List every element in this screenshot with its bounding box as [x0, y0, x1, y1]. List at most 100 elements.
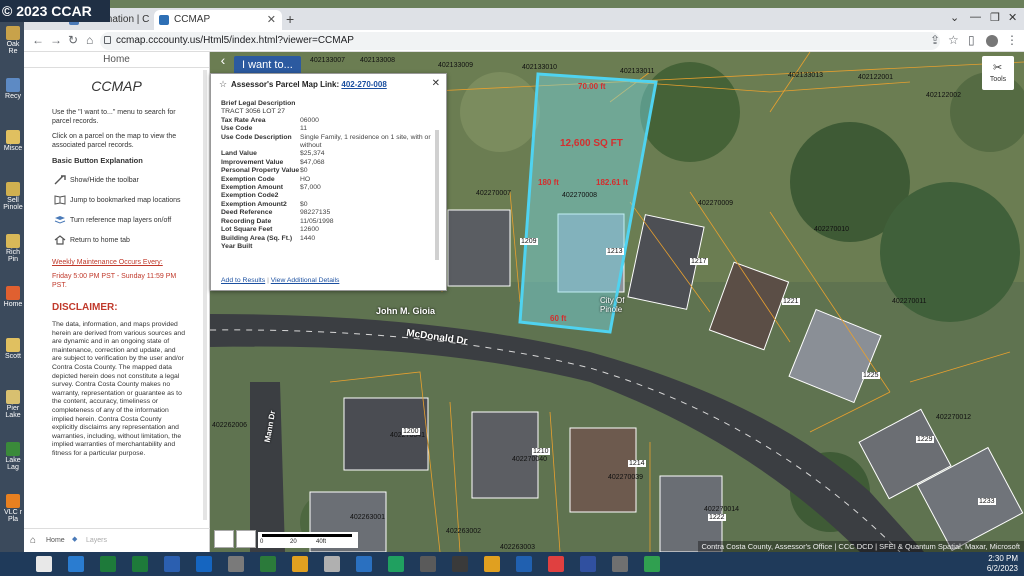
desktop-icon[interactable]: Lake Lag: [2, 442, 24, 471]
lock-icon[interactable]: [104, 36, 111, 44]
desktop-icon[interactable]: Oak Re: [2, 26, 24, 55]
reload-icon[interactable]: ↻: [68, 33, 78, 47]
desktop-icon[interactable]: Home: [2, 286, 24, 308]
taskbar-app-icon[interactable]: [100, 556, 116, 572]
sidebar-home-header[interactable]: Home: [24, 52, 209, 68]
desktop-icon-label: Home: [3, 301, 23, 308]
view-additional-details-link[interactable]: View Additional Details: [271, 277, 340, 284]
taskbar-app-icon[interactable]: [420, 556, 436, 572]
minimize-button[interactable]: —: [970, 11, 981, 23]
url-input[interactable]: ccmap.cccounty.us/Html5/index.html?viewe…: [100, 32, 940, 50]
popup-field-key: Lot Square Feet: [221, 226, 273, 234]
close-icon[interactable]: ✕: [432, 78, 440, 89]
layers-icon[interactable]: ◆: [72, 535, 77, 543]
basic-buttons-heading: Basic Button Explanation: [52, 156, 143, 165]
share-icon[interactable]: ⇪: [930, 33, 940, 47]
taskbar-app-icon[interactable]: [196, 556, 212, 572]
tools-button[interactable]: ✂ Tools: [982, 56, 1014, 90]
taskbar-app-icon[interactable]: [292, 556, 308, 572]
desktop-icon[interactable]: Sell Pinole: [2, 182, 24, 211]
favicon-icon: [159, 15, 169, 25]
taskbar-app-icon[interactable]: [612, 556, 628, 572]
home-icon[interactable]: ⌂: [30, 535, 36, 546]
popup-field-value: 11: [300, 125, 308, 133]
parcel-area: 12,600 SQ FT: [560, 138, 623, 149]
taskbar-app-icon[interactable]: [452, 556, 468, 572]
scale-mid: 20: [290, 539, 297, 545]
taskbar-app-icon[interactable]: [516, 556, 532, 572]
taskbar-app-icon[interactable]: [132, 556, 148, 572]
house-number: 1217: [690, 258, 708, 265]
popup-field-key: Brief Legal Description: [221, 100, 296, 107]
back-arrow-icon[interactable]: ←: [32, 33, 44, 47]
desktop-icon[interactable]: Rich Pin: [2, 234, 24, 263]
close-tab-icon[interactable]: ✕: [267, 10, 276, 30]
desktop-icon[interactable]: Misce: [2, 130, 24, 152]
measure-icon[interactable]: [214, 530, 234, 548]
popup-field-row: Improvement Value $47,068: [221, 159, 433, 167]
popup-field-value: HO: [300, 175, 311, 183]
popup-scrollbar[interactable]: [435, 130, 439, 260]
parcel-label: 402133013: [788, 72, 824, 79]
profile-avatar[interactable]: [986, 35, 998, 47]
chevron-down-icon[interactable]: ⌄: [950, 11, 959, 24]
sidebar-icon[interactable]: ▯: [968, 33, 975, 47]
parcel-label: 402133011: [620, 68, 655, 75]
taskbar-app-icon[interactable]: [260, 556, 276, 572]
i-want-to-button[interactable]: I want to...: [234, 56, 301, 74]
scale-zero: 0: [260, 539, 264, 545]
add-to-results-link[interactable]: Add to Results: [221, 277, 265, 284]
menu-icon[interactable]: ⋮: [1006, 33, 1018, 47]
taskbar-app-icon[interactable]: [164, 556, 180, 572]
taskbar-app-icon[interactable]: [548, 556, 564, 572]
popup-field-value: 06000: [300, 116, 319, 124]
tab-ccmap[interactable]: CCMAP ✕: [154, 10, 282, 30]
taskbar-app-icon[interactable]: [68, 556, 84, 572]
desktop-icon-label: VLC r Pla: [4, 509, 22, 523]
desktop-icon[interactable]: VLC r Pla: [2, 494, 24, 523]
taskbar-app-icon[interactable]: [484, 556, 500, 572]
desktop-icon-label: Recy: [5, 93, 21, 100]
new-tab-button[interactable]: +: [286, 10, 294, 28]
popup-field-row: Exemption Amount $7,000: [221, 184, 433, 192]
taskbar-app-icon[interactable]: [580, 556, 596, 572]
sidebar-scrollbar[interactable]: [203, 70, 207, 520]
close-window-button[interactable]: ✕: [1008, 11, 1017, 24]
desktop-icon[interactable]: Pier Lake: [2, 390, 24, 419]
bottom-layers-tab[interactable]: Layers: [86, 537, 107, 544]
maximize-button[interactable]: ❐: [990, 11, 1000, 24]
star-icon[interactable]: ☆: [219, 79, 227, 90]
taskbar-app-icon[interactable]: [388, 556, 404, 572]
tab-bar: Information | C CCMAP ✕ + ⌄ — ❐ ✕: [24, 8, 1024, 30]
popup-field-value: $0: [300, 200, 308, 208]
desktop-item-icon: [6, 442, 20, 456]
taskbar-app-icon[interactable]: [228, 556, 244, 572]
scale-end: 40ft: [316, 539, 327, 545]
taskbar-app-icon[interactable]: [36, 556, 52, 572]
collapse-sidebar-icon[interactable]: ‹: [214, 52, 232, 70]
bottom-home-tab[interactable]: Home: [46, 537, 65, 544]
desktop-icon[interactable]: Recy: [2, 78, 24, 100]
parcel-label: 402263001: [350, 514, 386, 521]
parcel-label: 402270010: [814, 226, 850, 233]
star-icon[interactable]: ☆: [948, 33, 959, 47]
taskbar-app-icon[interactable]: [324, 556, 340, 572]
desktop-icon[interactable]: Scott: [2, 338, 24, 360]
copyright-watermark: © 2023 CCAR: [0, 0, 110, 22]
house-number: 1200: [402, 428, 420, 435]
house-number: 1221: [782, 298, 800, 305]
forward-arrow-icon[interactable]: →: [50, 33, 62, 47]
sidebar-panel: Home CCMAP Use the "I want to..." menu t…: [24, 52, 210, 552]
city-label: City Of Pinole: [600, 296, 625, 314]
parcel-map-link[interactable]: 402-270-008: [341, 80, 386, 89]
popup-field-value: $47,068: [300, 158, 325, 166]
parcel-label: 402263002: [446, 528, 482, 535]
popup-field-row: Exemption Code2: [221, 192, 433, 200]
system-clock[interactable]: 2:30 PM 6/2/2023: [987, 554, 1018, 574]
taskbar-app-icon[interactable]: [644, 556, 660, 572]
taskbar-app-icon[interactable]: [356, 556, 372, 572]
bookmark-icon: [54, 195, 66, 205]
home-icon[interactable]: ⌂: [86, 33, 93, 47]
print-icon[interactable]: [236, 530, 256, 548]
taskbar: 2:30 PM 6/2/2023: [0, 552, 1024, 576]
